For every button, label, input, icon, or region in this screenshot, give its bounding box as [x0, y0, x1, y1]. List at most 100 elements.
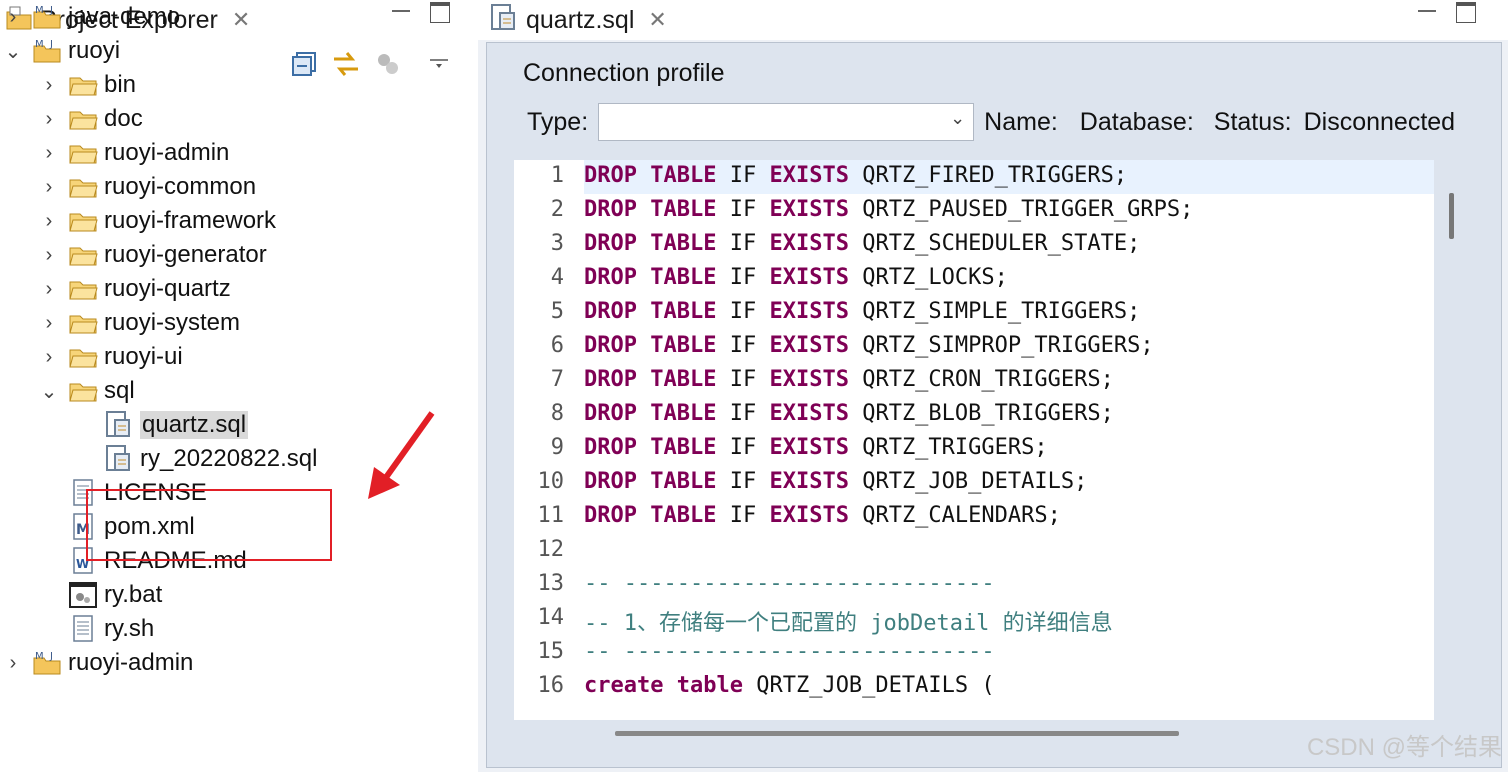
- code-area[interactable]: 1 DROP TABLE IF EXISTS QRTZ_FIRED_TRIGGER…: [514, 160, 1434, 720]
- tree-item[interactable]: › ruoyi-quartz: [40, 272, 231, 306]
- maximize-button[interactable]: [430, 2, 450, 23]
- chevron-right-icon[interactable]: ›: [40, 272, 58, 306]
- tree-item-label: ruoyi-quartz: [104, 275, 231, 302]
- tree-item-label: bin: [104, 71, 137, 98]
- code-line: DROP TABLE IF EXISTS QRTZ_SIMPLE_TRIGGER…: [584, 299, 1141, 324]
- tree-item-label: java-demo: [68, 3, 181, 30]
- folder-icon: [68, 374, 98, 408]
- sql-file-icon: [490, 3, 518, 38]
- tree-item-label: ry_20220822.sql: [140, 445, 318, 472]
- tree-item[interactable]: › bin: [40, 68, 136, 102]
- watermark: CSDN @等个结果: [1306, 734, 1502, 761]
- tree-item[interactable]: quartz.sql: [76, 408, 249, 442]
- tree-item-label: ruoyi-admin: [68, 649, 194, 676]
- svg-text:J: J: [49, 651, 53, 662]
- view-menu-icon[interactable]: [428, 54, 450, 79]
- svg-text:M: M: [35, 651, 44, 662]
- folder-icon: [68, 136, 98, 170]
- folder-icon: [68, 272, 98, 306]
- chevron-right-icon[interactable]: ›: [40, 238, 58, 272]
- explorer-toolbar: [290, 48, 450, 84]
- line-number: 4: [550, 265, 564, 290]
- tree-item-label: ruoyi-common: [104, 173, 257, 200]
- tree-item-label: ruoyi-framework: [104, 207, 277, 234]
- vertical-scrollbar[interactable]: [1449, 193, 1454, 239]
- tree-item[interactable]: › M Jruoyi-admin: [4, 646, 194, 680]
- chevron-right-icon[interactable]: ›: [40, 170, 58, 204]
- minimize-button[interactable]: [392, 2, 410, 12]
- sql-file-icon: [104, 408, 134, 442]
- chevron-down-icon[interactable]: ⌄: [40, 374, 58, 408]
- tree-item[interactable]: ⌄ sql: [40, 374, 135, 408]
- line-number: 16: [537, 673, 565, 698]
- tree-item[interactable]: › ruoyi-generator: [40, 238, 267, 272]
- chevron-right-icon[interactable]: ›: [40, 306, 58, 340]
- tree-item[interactable]: › M Jjava-demo: [4, 0, 180, 34]
- code-line: -- 1、存储每一个已配置的 jobDetail 的详细信息: [584, 611, 1113, 636]
- collapse-all-icon[interactable]: [290, 50, 318, 83]
- tree-item[interactable]: › ruoyi-common: [40, 170, 256, 204]
- close-icon[interactable]: ✕: [232, 7, 250, 33]
- chevron-down-icon[interactable]: ⌄: [4, 34, 22, 68]
- svg-text:M: M: [35, 5, 44, 16]
- chevron-right-icon[interactable]: ›: [40, 102, 58, 136]
- chevron-right-icon[interactable]: ›: [40, 204, 58, 238]
- horizontal-scrollbar[interactable]: [615, 731, 1179, 736]
- code-line: create table QRTZ_JOB_DETAILS (: [584, 673, 995, 698]
- folder-icon: [68, 204, 98, 238]
- line-number: 14: [537, 605, 565, 630]
- chevron-right-icon[interactable]: ›: [40, 340, 58, 374]
- annotation-arrow-icon: [368, 411, 435, 499]
- line-number: 7: [550, 367, 564, 392]
- line-number: 2: [550, 197, 564, 222]
- line-number: 8: [550, 401, 564, 426]
- tree-item[interactable]: › ruoyi-ui: [40, 340, 183, 374]
- svg-text:M: M: [35, 39, 44, 50]
- tree-item[interactable]: ry_20220822.sql: [76, 442, 317, 476]
- database-label: Database:: [1079, 107, 1194, 136]
- project-icon: MJ: [32, 34, 62, 68]
- tree-item[interactable]: › ruoyi-framework: [40, 204, 276, 238]
- highlight-box: [86, 489, 332, 561]
- tab-quartz-sql[interactable]: quartz.sql ✕: [490, 0, 667, 40]
- line-number: 6: [550, 333, 564, 358]
- tab-label: quartz.sql: [526, 5, 635, 34]
- folder-icon: [68, 102, 98, 136]
- tree-item-label: ry.bat: [104, 581, 163, 608]
- tree-item[interactable]: ry.sh: [40, 612, 154, 646]
- minimize-button[interactable]: [1418, 2, 1436, 12]
- tree-item-label: ruoyi-ui: [104, 343, 183, 370]
- connection-profile-title: Connection profile: [523, 59, 725, 87]
- tree-item[interactable]: › doc: [40, 102, 143, 136]
- code-line: DROP TABLE IF EXISTS QRTZ_CRON_TRIGGERS;: [584, 367, 1114, 392]
- chevron-right-icon[interactable]: ›: [40, 68, 58, 102]
- chevron-right-icon[interactable]: ›: [4, 0, 22, 34]
- tree-item[interactable]: ry.bat: [40, 578, 162, 612]
- chevron-down-icon: ⌄: [950, 108, 966, 128]
- code-line: DROP TABLE IF EXISTS QRTZ_LOCKS;: [584, 265, 1008, 290]
- link-with-editor-icon[interactable]: [330, 49, 362, 84]
- tree-item[interactable]: ⌄ M Jruoyi: [4, 34, 120, 68]
- code-line: DROP TABLE IF EXISTS QRTZ_PAUSED_TRIGGER…: [584, 197, 1194, 222]
- code-line: DROP TABLE IF EXISTS QRTZ_BLOB_TRIGGERS;: [584, 401, 1114, 426]
- line-number: 10: [537, 469, 565, 494]
- code-line: DROP TABLE IF EXISTS QRTZ_TRIGGERS;: [584, 435, 1048, 460]
- editor-tabbar: quartz.sql ✕: [478, 0, 1508, 40]
- filter-icon[interactable]: [374, 50, 402, 83]
- chevron-right-icon[interactable]: ›: [40, 136, 58, 170]
- line-number: 3: [550, 231, 564, 256]
- code-line: DROP TABLE IF EXISTS QRTZ_SIMPROP_TRIGGE…: [584, 333, 1154, 358]
- code-line: DROP TABLE IF EXISTS QRTZ_FIRED_TRIGGERS…: [584, 163, 1128, 188]
- editor-frame: Connection profile Type: ⌄ Name: Databas…: [486, 42, 1502, 768]
- type-select[interactable]: ⌄: [598, 103, 975, 141]
- close-icon[interactable]: ✕: [648, 7, 666, 33]
- tree-item-label: ry.sh: [104, 615, 155, 642]
- line-number: 13: [537, 571, 565, 596]
- code-line: DROP TABLE IF EXISTS QRTZ_SCHEDULER_STAT…: [584, 231, 1141, 256]
- maximize-button[interactable]: [1456, 2, 1476, 23]
- tree-item[interactable]: › ruoyi-system: [40, 306, 240, 340]
- chevron-right-icon[interactable]: ›: [4, 646, 22, 680]
- tree-item[interactable]: › ruoyi-admin: [40, 136, 230, 170]
